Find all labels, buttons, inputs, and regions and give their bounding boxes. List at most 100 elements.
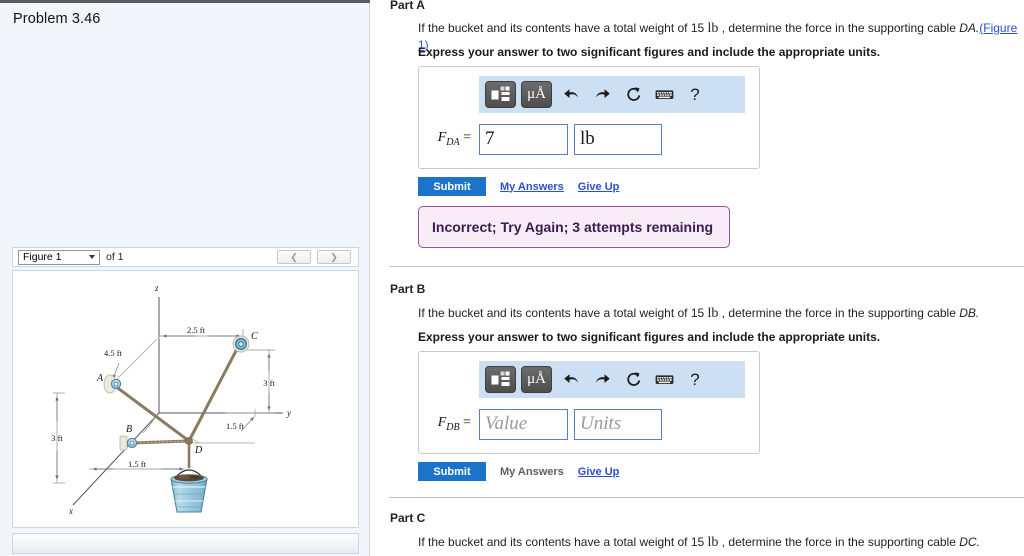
divider-b-c (389, 497, 1024, 498)
statics-diagram: z y x 2.5 ft 3 ft 4.5 ft 3 ft 1.5 ft 1.5… (51, 283, 291, 516)
figure-prev-button[interactable]: ❮ (277, 250, 311, 264)
equals-sign: = (463, 130, 471, 146)
force-subscript: DB (446, 421, 460, 433)
reset-circular-arrow-icon[interactable] (619, 366, 647, 393)
part-a-give-up-link[interactable]: Give Up (578, 181, 620, 193)
part-b-submit-row: Submit My Answers Give Up (418, 462, 619, 481)
reset-circular-arrow-icon[interactable] (619, 81, 647, 108)
page-title: Problem 3.46 (13, 11, 101, 27)
part-c-heading: Part C (390, 511, 426, 525)
part-b-prompt-mid: , determine the force in the supporting … (718, 306, 960, 320)
part-b-toolbar: μÅ ? (479, 361, 745, 398)
part-a-instruction: Express your answer to two significant f… (418, 45, 881, 59)
chevron-left-icon: ❮ (290, 251, 298, 262)
redo-glyph (595, 89, 610, 98)
help-glyph: ? (690, 369, 700, 389)
part-b-instruction: Express your answer to two significant f… (418, 330, 881, 344)
part-b-submit-button[interactable]: Submit (418, 462, 486, 481)
svg-text:1.5 ft: 1.5 ft (128, 459, 147, 469)
svg-text:y: y (286, 408, 291, 418)
part-a-my-answers-link[interactable]: My Answers (500, 181, 564, 193)
part-c-prompt: If the bucket and its contents have a to… (418, 535, 980, 552)
part-a-submit-button[interactable]: Submit (418, 177, 486, 196)
part-b-give-up-link[interactable]: Give Up (578, 466, 620, 478)
part-a-value-text: 7 (485, 128, 495, 149)
part-b-value-input[interactable]: Value (479, 408, 568, 440)
svg-text:3 ft: 3 ft (263, 378, 275, 388)
template-glyph (491, 371, 510, 386)
equals-sign: = (463, 415, 471, 431)
figure-count-label: of 1 (106, 251, 124, 263)
part-b-units-input[interactable]: Units (574, 408, 662, 440)
svg-text:2.5 ft: 2.5 ft (187, 325, 206, 335)
part-a-weight-unit: lb (707, 21, 719, 36)
reset-glyph (626, 87, 640, 101)
keyboard-glyph (655, 90, 673, 99)
redo-arrow-icon[interactable] (588, 81, 616, 108)
part-a-feedback-banner: Incorrect; Try Again; 3 attempts remaini… (418, 206, 730, 248)
part-b-answer-label: FDB = (419, 415, 479, 433)
part-a-answer-row: FDA = 7 lb (419, 119, 759, 159)
micro-angstrom-units-icon[interactable]: μÅ (521, 366, 552, 393)
part-c-cable-name: DC. (959, 535, 980, 549)
part-a-answer-box: μÅ ? FDA = 7 lb (418, 66, 760, 169)
part-b-cable-name: DB. (959, 306, 980, 320)
part-a-units-input[interactable]: lb (574, 123, 662, 155)
part-b-answer-box: μÅ ? FDB = Value Units (418, 351, 760, 454)
svg-text:A: A (96, 373, 104, 384)
question-mark-help-icon[interactable]: ? (681, 81, 709, 108)
figure-select-value: Figure 1 (23, 251, 62, 263)
question-mark-help-icon[interactable]: ? (681, 366, 709, 393)
undo-arrow-icon[interactable] (557, 81, 585, 108)
undo-glyph (563, 89, 578, 98)
part-b-prompt: If the bucket and its contents have a to… (418, 306, 979, 323)
chevron-right-icon: ❯ (330, 251, 338, 262)
force-symbol: F (437, 415, 447, 431)
figure-bottom-bar (12, 533, 359, 554)
part-b-my-answers-link: My Answers (500, 465, 564, 478)
part-b-value-placeholder: Value (485, 413, 528, 434)
part-b-heading: Part B (390, 282, 426, 296)
part-a-prompt-mid: , determine the force in the supporting … (718, 21, 960, 35)
svg-text:4.5 ft: 4.5 ft (104, 348, 123, 358)
part-a-answer-label: FDA = (419, 130, 479, 148)
figure-navigation-bar: Figure 1 of 1 ❮ ❯ (12, 247, 359, 267)
figure-1-panel: z y x 2.5 ft 3 ft 4.5 ft 3 ft 1.5 ft 1.5… (12, 270, 359, 528)
part-a-submit-row: Submit My Answers Give Up (418, 177, 619, 196)
figure-select-dropdown[interactable]: Figure 1 (18, 249, 100, 265)
redo-arrow-icon[interactable] (588, 366, 616, 393)
part-a-heading: Part A (390, 0, 425, 12)
redo-glyph (595, 374, 610, 383)
units-glyph: μÅ (527, 86, 546, 102)
part-b-units-placeholder: Units (580, 413, 622, 434)
part-b-prompt-pre: If the bucket and its contents have a to… (418, 306, 708, 320)
math-template-icon[interactable] (485, 81, 516, 108)
svg-text:3 ft: 3 ft (51, 433, 63, 443)
part-a-units-text: lb (580, 128, 595, 149)
svg-text:D: D (194, 445, 203, 456)
part-a-cable-name: DA. (959, 21, 980, 35)
svg-text:C: C (251, 331, 258, 342)
micro-angstrom-units-icon[interactable]: μÅ (521, 81, 552, 108)
top-dark-strip (0, 0, 370, 3)
part-a-value-input[interactable]: 7 (479, 123, 568, 155)
figure-next-button[interactable]: ❯ (317, 250, 351, 264)
part-c-prompt-pre: If the bucket and its contents have a to… (418, 535, 708, 549)
undo-glyph (563, 374, 578, 383)
force-subscript: DA (446, 136, 460, 148)
divider-a-b (389, 266, 1024, 267)
reset-glyph (626, 372, 640, 386)
math-template-icon[interactable] (485, 366, 516, 393)
part-a-feedback-text: Incorrect; Try Again; 3 attempts remaini… (432, 219, 714, 235)
keyboard-icon[interactable] (650, 366, 678, 393)
part-a-toolbar: μÅ ? (479, 76, 745, 113)
part-b-answer-row: FDB = Value Units (419, 404, 759, 444)
undo-arrow-icon[interactable] (557, 366, 585, 393)
force-symbol: F (437, 130, 447, 146)
parts-panel: Part A If the bucket and its contents ha… (371, 0, 1024, 556)
units-glyph: μÅ (527, 371, 546, 387)
part-c-weight-unit: lb (707, 535, 719, 550)
part-b-weight-unit: lb (707, 306, 719, 321)
keyboard-icon[interactable] (650, 81, 678, 108)
help-glyph: ? (690, 84, 700, 104)
